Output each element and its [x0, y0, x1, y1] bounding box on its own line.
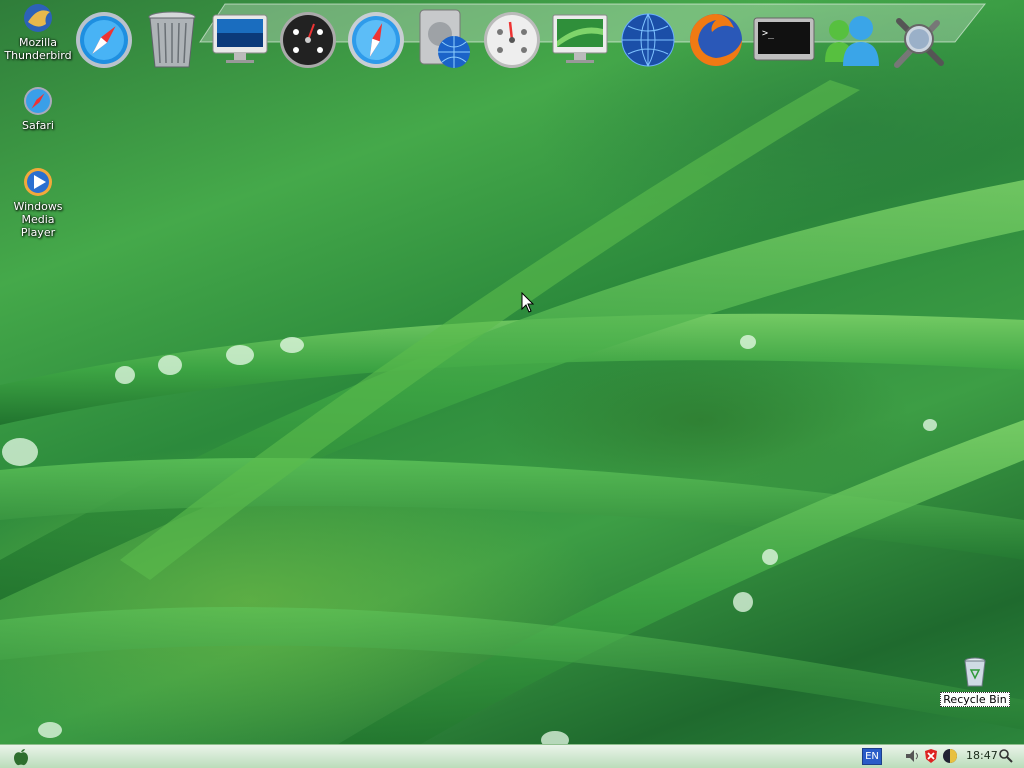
desktop-icon-label: Safari — [22, 119, 54, 132]
system-clock[interactable]: 18:47 — [966, 749, 998, 762]
dock-item-thunderbird[interactable] — [617, 8, 679, 72]
dock-item-trash[interactable] — [141, 8, 203, 72]
start-button[interactable] — [6, 747, 36, 767]
desktop-icon-label: Recycle Bin — [940, 692, 1010, 707]
dock-item-terminal[interactable]: >_ — [753, 8, 815, 72]
svg-text:>_: >_ — [762, 28, 775, 39]
compass-icon — [76, 12, 132, 68]
dock: >_ — [0, 0, 1024, 76]
network-icon[interactable] — [942, 748, 958, 764]
security-alert-icon[interactable] — [923, 748, 939, 764]
desktop-icon-windows-media-player[interactable]: Windows Media Player — [0, 166, 76, 239]
volume-icon[interactable] — [904, 748, 920, 764]
search-icon[interactable] — [998, 748, 1014, 764]
dock-item-imac[interactable] — [209, 8, 271, 72]
apple-icon — [14, 749, 28, 766]
dock-item-safari-2[interactable] — [345, 8, 407, 72]
dock-item-dashboard[interactable] — [277, 8, 339, 72]
terminal-icon: >_ — [753, 17, 815, 61]
desktop-icon-label: Windows Media Player — [13, 200, 63, 239]
windows-media-player-icon — [22, 166, 54, 198]
taskbar: EN 18:47 — [0, 744, 1024, 768]
network-drive-icon — [419, 9, 470, 68]
desktop[interactable]: >_ Mozilla Thunderbird Safari Windows Me… — [0, 0, 1024, 768]
compass-icon — [348, 12, 404, 68]
dock-item-dashboard-2[interactable] — [481, 8, 543, 72]
dock-item-utilities[interactable] — [889, 8, 951, 72]
dock-item-firefox[interactable] — [685, 8, 747, 72]
tools-icon — [894, 18, 944, 68]
globe-icon — [621, 13, 675, 67]
dashboard-icon — [280, 12, 336, 68]
dock-item-network-drive[interactable] — [413, 8, 475, 72]
firefox-icon — [690, 14, 742, 66]
dashboard-icon — [484, 12, 540, 68]
thunderbird-icon — [22, 2, 54, 34]
recycle-bin-icon — [959, 656, 991, 688]
monitor-icon — [212, 14, 268, 63]
dock-item-safari[interactable] — [73, 8, 135, 72]
trash-can-icon — [148, 11, 196, 68]
dock-item-messenger[interactable] — [821, 8, 883, 72]
mouse-cursor-icon — [521, 292, 535, 313]
desktop-icon-safari[interactable]: Safari — [0, 85, 76, 132]
safari-icon — [22, 85, 54, 117]
desktop-icon-thunderbird[interactable]: Mozilla Thunderbird — [0, 2, 76, 62]
messenger-icon — [825, 16, 879, 66]
dock-item-screen[interactable] — [549, 8, 611, 72]
monitor-icon — [552, 14, 608, 63]
grass-wallpaper — [0, 80, 1024, 768]
desktop-icon-label: Mozilla Thunderbird — [4, 36, 72, 62]
desktop-icon-recycle-bin[interactable]: Recycle Bin — [937, 656, 1013, 707]
language-indicator[interactable]: EN — [862, 748, 882, 765]
